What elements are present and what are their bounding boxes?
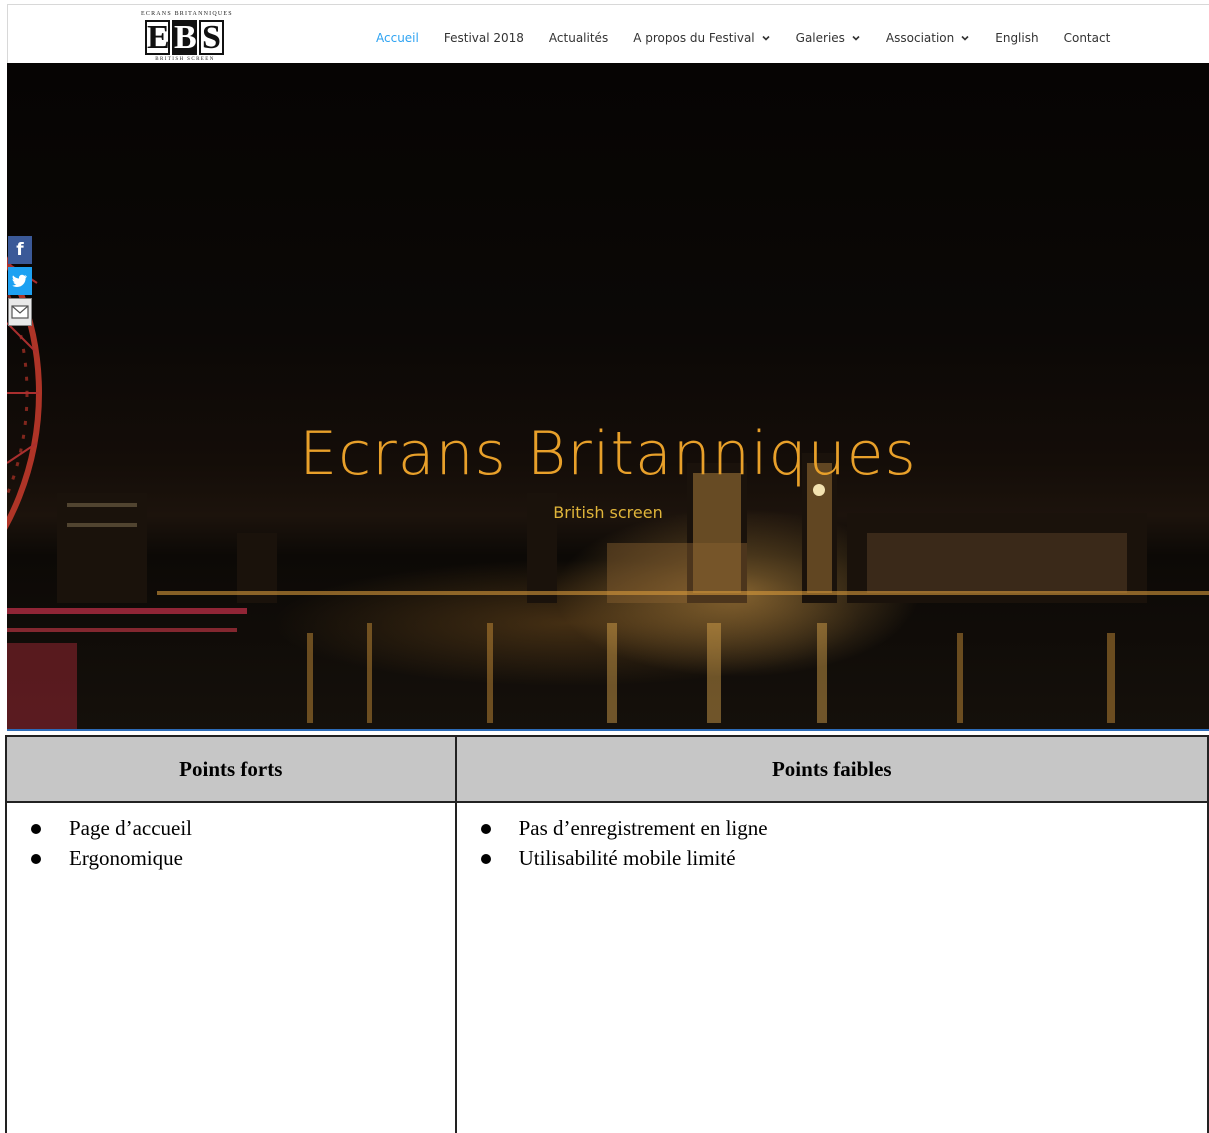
list-item: Ergonomique <box>31 843 455 873</box>
weaknesses-cell: Pas d’enregistrement en ligne Utilisabil… <box>454 801 1209 1133</box>
table-header-weaknesses: Points faibles <box>454 735 1209 803</box>
table-header-row: Points forts Points faibles <box>5 735 1209 803</box>
hero-title: Ecrans Britanniques <box>299 419 917 489</box>
logo-bottom-text: BRITISH SCREEN <box>155 57 215 62</box>
nav-item-galeries[interactable]: Galeries <box>796 31 861 45</box>
strengths-cell: Page d’accueil Ergonomique <box>5 801 457 1133</box>
site-logo[interactable]: ECRANS BRITANNIQUES E B S BRITISH SCREEN <box>141 11 233 65</box>
strengths-weaknesses-table: Points forts Points faibles Page d’accue… <box>5 735 1209 1133</box>
nav-item-contact[interactable]: Contact <box>1064 31 1111 45</box>
logo-letter-b: B <box>172 19 197 56</box>
nav-item-label: Accueil <box>376 31 419 45</box>
nav-item-label: A propos du Festival <box>633 31 755 45</box>
nav-item-festival-2018[interactable]: Festival 2018 <box>444 31 524 45</box>
logo-top-text: ECRANS BRITANNIQUES <box>141 11 233 17</box>
facebook-share-button[interactable]: f <box>8 236 32 264</box>
site-header: ECRANS BRITANNIQUES E B S BRITISH SCREEN… <box>7 4 1209 63</box>
nav-item-a-propos[interactable]: A propos du Festival <box>633 31 770 45</box>
twitter-icon <box>12 274 27 287</box>
nav-item-actualites[interactable]: Actualités <box>549 31 608 45</box>
nav-item-label: Galeries <box>795 31 845 45</box>
hero-subtitle: British screen <box>553 503 663 522</box>
email-share-button[interactable] <box>8 298 32 326</box>
nav-item-label: Festival 2018 <box>443 31 524 45</box>
nav-item-label: Actualités <box>548 31 609 45</box>
hero-background-image <box>7 256 1209 729</box>
ferris-wheel-graphic <box>7 256 42 530</box>
strengths-list: Page d’accueil Ergonomique <box>7 813 455 873</box>
chevron-down-icon <box>762 35 770 41</box>
nav-item-english[interactable]: English <box>995 31 1038 45</box>
logo-letter-e: E <box>145 19 170 56</box>
nav-item-label: English <box>995 31 1039 45</box>
mail-icon <box>11 305 29 319</box>
nav-item-association[interactable]: Association <box>886 31 970 45</box>
chevron-down-icon <box>852 35 860 41</box>
social-share-bar: f <box>8 236 32 329</box>
logo-letter-s: S <box>199 20 224 55</box>
table-header-strengths: Points forts <box>5 735 457 803</box>
chevron-down-icon <box>961 35 969 41</box>
main-nav: Accueil Festival 2018 Actualités A propo… <box>376 31 1135 45</box>
river-reflections-graphic <box>7 623 1115 729</box>
nav-item-accueil[interactable]: Accueil <box>376 31 419 45</box>
weaknesses-list: Pas d’enregistrement en ligne Utilisabil… <box>457 813 1207 873</box>
facebook-icon: f <box>16 240 24 260</box>
hero-divider <box>7 729 1209 731</box>
hero-section: Ecrans Britanniques British screen <box>7 63 1209 729</box>
nav-item-label: Association <box>885 31 955 45</box>
list-item: Utilisabilité mobile limité <box>480 843 1207 873</box>
nav-item-label: Contact <box>1063 31 1111 45</box>
list-item: Pas d’enregistrement en ligne <box>480 813 1207 843</box>
twitter-share-button[interactable] <box>8 267 32 295</box>
list-item: Page d’accueil <box>31 813 455 843</box>
logo-letters: E B S <box>145 20 224 55</box>
table-row: Page d’accueil Ergonomique Pas d’enregis… <box>5 801 1209 1133</box>
